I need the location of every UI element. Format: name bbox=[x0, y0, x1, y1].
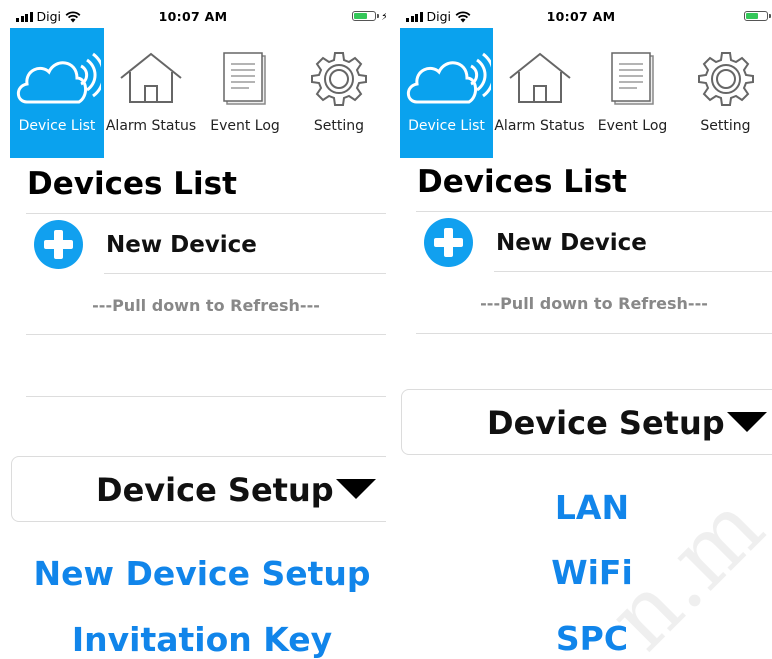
tab-device-list[interactable]: Device List bbox=[10, 28, 104, 158]
screen-right: Digi 10:07 AM Device List Alarm Status E… bbox=[390, 0, 772, 659]
new-device-label: New Device bbox=[496, 229, 647, 256]
tab-label: Setting bbox=[700, 118, 751, 134]
device-setup-label: Device Setup bbox=[96, 471, 334, 509]
tab-event-log[interactable]: Event Log bbox=[198, 28, 292, 158]
tab-label: Setting bbox=[313, 118, 365, 134]
tab-label: Alarm Status bbox=[494, 118, 585, 134]
new-device-label: New Device bbox=[106, 231, 257, 258]
house-icon bbox=[508, 52, 571, 103]
option-new-device-setup[interactable]: New Device Setup bbox=[0, 554, 386, 593]
device-setup-dropdown[interactable]: Device Setup bbox=[11, 456, 386, 522]
status-bar: Digi 10:07 AM bbox=[390, 0, 772, 28]
tab-label: Device List bbox=[18, 118, 96, 134]
option-lan[interactable]: LAN bbox=[390, 488, 772, 527]
chevron-down-icon bbox=[727, 412, 767, 432]
tab-alarm-status[interactable]: Alarm Status bbox=[493, 28, 586, 158]
clock: 10:07 AM bbox=[158, 9, 228, 24]
tab-label: Device List bbox=[408, 118, 485, 134]
device-setup-dropdown[interactable]: Device Setup bbox=[401, 389, 772, 455]
cloud-wifi-icon bbox=[406, 52, 491, 104]
new-device-button[interactable]: New Device bbox=[34, 220, 257, 269]
option-invitation-key[interactable]: Invitation Key bbox=[0, 620, 386, 659]
divider bbox=[26, 396, 386, 397]
gear-icon bbox=[311, 52, 367, 106]
divider bbox=[416, 211, 772, 212]
page-title: Devices List bbox=[27, 166, 237, 202]
battery-icon bbox=[352, 11, 379, 21]
new-device-button[interactable]: New Device bbox=[424, 218, 647, 267]
tab-bar: Device List Alarm Status Event Log Setti… bbox=[400, 28, 772, 158]
divider bbox=[494, 271, 772, 272]
divider bbox=[26, 334, 386, 335]
tab-alarm-status[interactable]: Alarm Status bbox=[104, 28, 198, 158]
tab-label: Event Log bbox=[210, 118, 280, 134]
divider bbox=[416, 333, 772, 334]
tab-setting[interactable]: Setting bbox=[292, 28, 386, 158]
tab-setting[interactable]: Setting bbox=[679, 28, 772, 158]
clock: 10:07 AM bbox=[546, 9, 616, 24]
tab-bar: Device List Alarm Status Event Log Setti… bbox=[10, 28, 386, 158]
page-title: Devices List bbox=[417, 164, 627, 200]
house-icon bbox=[120, 52, 182, 103]
tab-label: Alarm Status bbox=[105, 118, 197, 134]
charging-icon: ⚡ bbox=[381, 10, 386, 23]
cloud-wifi-icon bbox=[16, 52, 101, 104]
divider bbox=[26, 213, 386, 214]
status-bar: Digi 10:07 AM ⚡ bbox=[0, 0, 386, 28]
document-icon bbox=[223, 52, 266, 105]
plus-icon bbox=[424, 218, 473, 267]
chevron-down-icon bbox=[336, 479, 376, 499]
option-wifi[interactable]: WiFi bbox=[390, 553, 772, 592]
pull-to-refresh-hint: ---Pull down to Refresh--- bbox=[480, 294, 708, 313]
tab-label: Event Log bbox=[597, 118, 668, 134]
pull-to-refresh-hint: ---Pull down to Refresh--- bbox=[92, 296, 320, 315]
divider bbox=[104, 273, 386, 274]
gear-icon bbox=[697, 52, 754, 106]
option-spc[interactable]: SPC bbox=[390, 619, 772, 658]
tab-event-log[interactable]: Event Log bbox=[586, 28, 679, 158]
device-setup-label: Device Setup bbox=[487, 404, 725, 442]
screen-left: Digi 10:07 AM ⚡ Device List Alarm Status… bbox=[0, 0, 386, 659]
battery-icon bbox=[744, 11, 771, 21]
document-icon bbox=[610, 52, 654, 105]
plus-icon bbox=[34, 220, 83, 269]
tab-device-list[interactable]: Device List bbox=[400, 28, 493, 158]
